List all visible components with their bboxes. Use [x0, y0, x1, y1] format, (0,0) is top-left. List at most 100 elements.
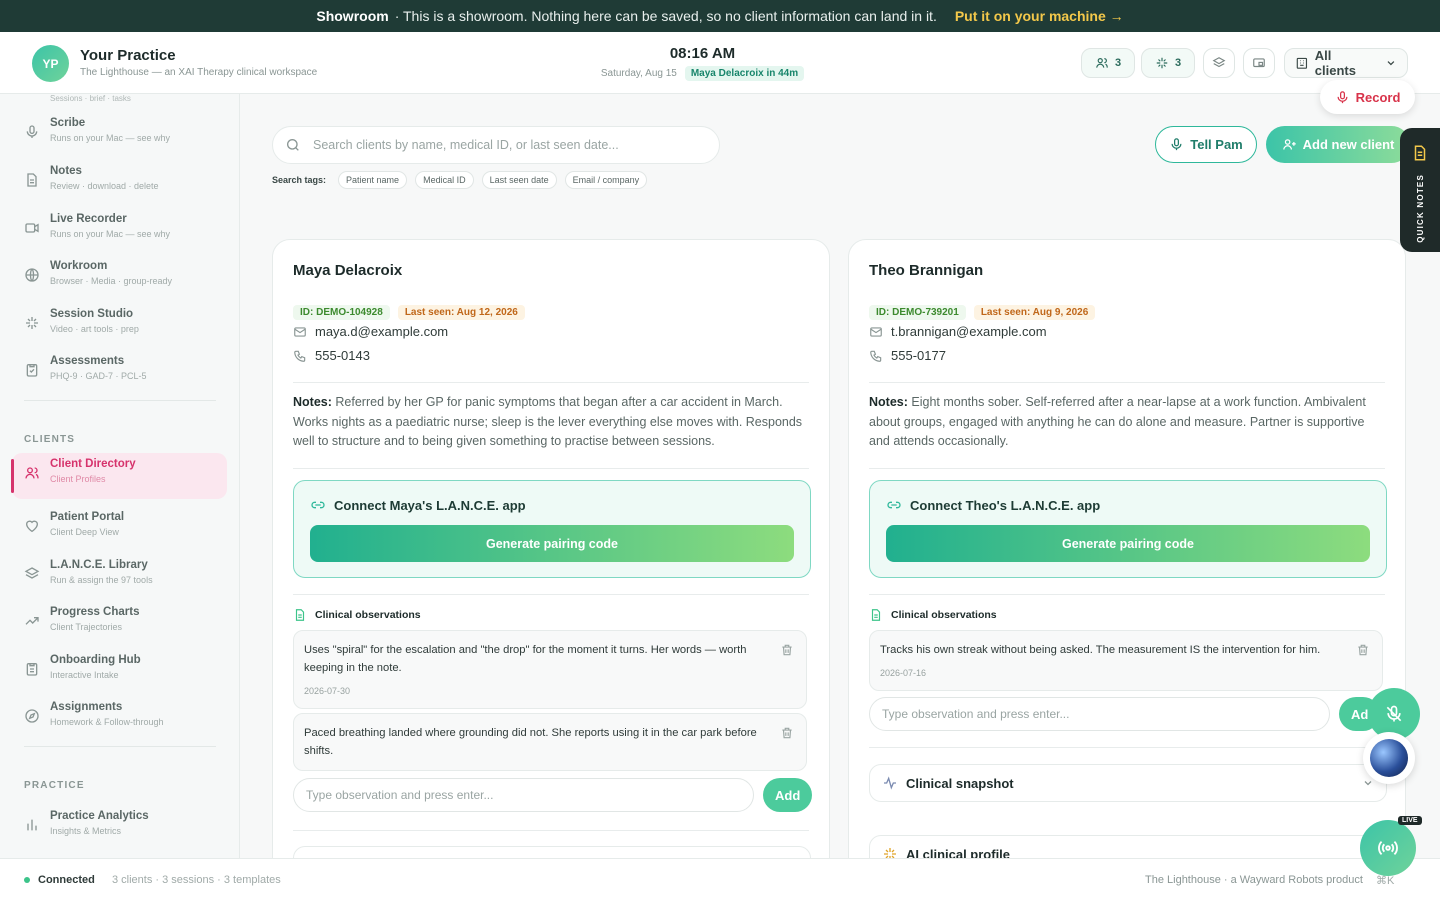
sidebar-item-assessments[interactable]: Assessments PHQ-9 · GAD-7 · PCL-5 [12, 350, 227, 396]
layers-icon [1212, 57, 1226, 68]
divider [293, 830, 809, 831]
search-placeholder: Search clients by name, medical ID, or l… [313, 138, 619, 152]
tag-patient-name[interactable]: Patient name [338, 171, 408, 189]
generate-pairing-code-button[interactable]: Generate pairing code [310, 525, 794, 562]
trash-icon[interactable] [780, 726, 794, 740]
sidebar-item-notes[interactable]: Notes Review · download · delete [12, 160, 227, 206]
quick-notes-tab[interactable]: QUICK NOTES [1400, 128, 1440, 252]
microphone-icon [1171, 138, 1182, 151]
sidebar-item-assignments[interactable]: Assignments Homework & Follow-through [12, 696, 227, 742]
sidebar-item-label: Scribe [50, 117, 86, 129]
sidebar-item-label: Workroom [50, 260, 108, 272]
layers-icon [24, 567, 40, 579]
search-tags-label: Search tags: [272, 175, 327, 185]
client-name[interactable]: Theo Brannigan [869, 262, 983, 279]
notes-text: Eight months sober. Self-referred after … [869, 395, 1366, 448]
collapsed-section[interactable] [293, 846, 811, 858]
clients-count: 3 [1114, 57, 1122, 69]
sidebar-item-desc: Insights & Metrics [50, 826, 122, 836]
client-notes: Notes: Referred by her GP for panic symp… [293, 393, 811, 452]
record-button[interactable]: Record [1320, 80, 1415, 114]
sidebar-item-desc: Run & assign the 97 tools [50, 575, 153, 585]
cast-button[interactable] [1243, 48, 1275, 78]
layers-button[interactable] [1203, 48, 1235, 78]
add-observation-button[interactable]: Add [763, 778, 813, 812]
sidebar-item-scribe[interactable]: Scribe Runs on your Mac — see why [12, 112, 227, 158]
client-filter-value: All clients [1314, 48, 1356, 78]
live-broadcast-button[interactable] [1360, 820, 1416, 876]
install-link[interactable]: Put it on your machine → [955, 8, 1124, 24]
assistant-avatar[interactable] [1363, 732, 1415, 784]
sidebar-item-label: Assignments [50, 701, 123, 713]
sidebar-item-session-studio[interactable]: Session Studio Video · art tools · prep [12, 303, 227, 349]
sidebar-item-live-recorder[interactable]: Live Recorder Runs on your Mac — see why [12, 208, 227, 254]
observation-date: 2026-08-06 [304, 765, 766, 770]
clients-count-button[interactable]: 3 [1081, 48, 1135, 78]
globe-icon [25, 268, 39, 282]
sidebar-item-label: Progress Charts [50, 606, 140, 618]
sidebar-item-label: Onboarding Hub [50, 654, 141, 666]
tag-medical-id[interactable]: Medical ID [415, 171, 474, 189]
sidebar-item-practice-analytics[interactable]: Practice Analytics Insights & Metrics [12, 805, 227, 851]
divider [293, 382, 809, 383]
observation-text: Uses "spiral" for the escalation and "th… [304, 644, 747, 674]
record-label: Record [1355, 89, 1401, 105]
clipboard-icon [26, 663, 38, 676]
sidebar-item-workroom[interactable]: Workroom Browser · Media · group-ready [12, 255, 227, 301]
sessions-count-button[interactable]: 3 [1141, 48, 1195, 78]
sidebar-item-lance-library[interactable]: L.A.N.C.E. Library Run & assign the 97 to… [12, 554, 227, 600]
observation-item: Tracks his own streak without being aske… [869, 630, 1383, 691]
generate-pairing-code-button[interactable]: Generate pairing code [886, 525, 1370, 562]
clinical-snapshot-section[interactable]: Clinical snapshot [869, 764, 1387, 802]
status-dot [24, 877, 30, 883]
sessions-count: 3 [1174, 57, 1182, 69]
client-email[interactable]: maya.d@example.com [293, 324, 448, 339]
ai-profile-section[interactable]: AI clinical profile [869, 835, 1387, 858]
sidebar-item-progress-charts[interactable]: Progress Charts Client Trajectories [12, 601, 227, 647]
main-content: Search clients by name, medical ID, or l… [240, 94, 1440, 858]
sidebar-item-patient-portal[interactable]: Patient Portal Client Deep View [12, 506, 227, 552]
add-client-button[interactable]: Add new client [1266, 126, 1410, 163]
sidebar-item-desc: Homework & Follow-through [50, 717, 164, 727]
banner-bold: Showroom [316, 8, 389, 24]
divider [24, 746, 216, 747]
activity-icon [884, 776, 896, 790]
client-search-input[interactable]: Search clients by name, medical ID, or l… [272, 126, 720, 164]
link-icon [887, 501, 901, 509]
email-text: t.brannigan@example.com [891, 324, 1047, 339]
client-name[interactable]: Maya Delacroix [293, 262, 402, 279]
tell-pam-button[interactable]: Tell Pam [1155, 126, 1257, 163]
client-phone[interactable]: 555-0143 [293, 348, 370, 363]
sidebar-item-client-directory[interactable]: Client Directory Client Profiles [11, 453, 227, 499]
video-icon [25, 223, 39, 233]
notes-label: Notes: [293, 395, 332, 409]
next-session-badge[interactable]: Maya Delacroix in 44m [684, 66, 805, 81]
compass-icon [25, 709, 39, 723]
sidebar-item-label: Patient Portal [50, 511, 125, 523]
clock: 08:16 AM Saturday, Aug 15 Maya Delacroix… [560, 45, 845, 81]
tag-email[interactable]: Email / company [564, 171, 648, 189]
divider [869, 382, 1385, 383]
client-phone[interactable]: 555-0177 [869, 348, 946, 363]
trash-icon[interactable] [780, 643, 794, 657]
cast-icon [1253, 58, 1265, 68]
avatar[interactable]: YP [32, 45, 69, 82]
client-email[interactable]: t.brannigan@example.com [869, 324, 1047, 339]
sidebar-item-desc: Browser · Media · group-ready [50, 276, 173, 286]
snapshot-title: Clinical snapshot [906, 775, 1014, 791]
tag-last-seen[interactable]: Last seen date [481, 171, 557, 189]
observation-text: Tracks his own streak without being aske… [880, 644, 1321, 656]
brand: Your Practice The Lighthouse — an XAI Th… [80, 47, 317, 78]
footer-brand: The Lighthouse · a Wayward Robots produc… [1145, 874, 1363, 886]
sidebar-item-onboarding-hub[interactable]: Onboarding Hub Interactive Intake [12, 649, 227, 695]
sparkle-icon [1156, 57, 1168, 69]
observation-input[interactable]: Type observation and press enter... [869, 697, 1330, 731]
client-filter-select[interactable]: All clients [1284, 48, 1408, 78]
bar-chart-icon [27, 819, 37, 831]
observation-input[interactable]: Type observation and press enter... [293, 778, 754, 812]
divider [869, 468, 1385, 469]
sidebar-item-label: Practice Analytics [50, 810, 149, 822]
trash-icon[interactable] [1356, 643, 1370, 657]
observation-item: Paced breathing landed where grounding d… [293, 713, 807, 771]
sidebar: Sessions · brief · tasks Scribe Runs on y… [0, 94, 240, 858]
